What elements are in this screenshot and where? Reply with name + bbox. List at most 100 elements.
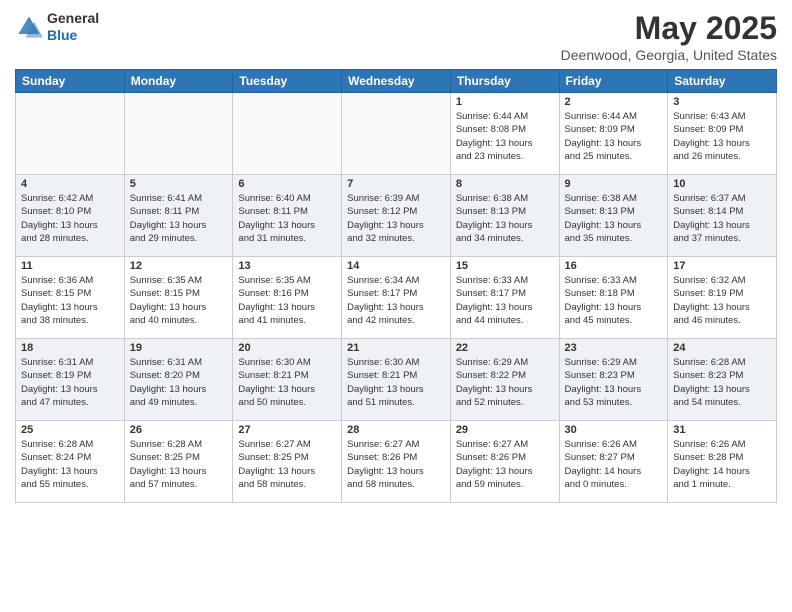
table-row: 9 Sunrise: 6:38 AM Sunset: 8:13 PM Daylig… <box>559 175 668 257</box>
calendar: Sunday Monday Tuesday Wednesday Thursday… <box>15 69 777 503</box>
day-info: Sunrise: 6:32 AM Sunset: 8:19 PM Dayligh… <box>673 274 771 327</box>
day-info: Sunrise: 6:28 AM Sunset: 8:23 PM Dayligh… <box>673 356 771 409</box>
day-info: Sunrise: 6:38 AM Sunset: 8:13 PM Dayligh… <box>456 192 554 245</box>
day-info: Sunrise: 6:33 AM Sunset: 8:17 PM Dayligh… <box>456 274 554 327</box>
day-info: Sunrise: 6:29 AM Sunset: 8:23 PM Dayligh… <box>565 356 663 409</box>
day-number: 19 <box>130 342 228 354</box>
day-number: 2 <box>565 96 663 108</box>
calendar-week-row: 11 Sunrise: 6:36 AM Sunset: 8:15 PM Dayli… <box>16 257 777 339</box>
table-row: 4 Sunrise: 6:42 AM Sunset: 8:10 PM Daylig… <box>16 175 125 257</box>
day-number: 12 <box>130 260 228 272</box>
table-row: 26 Sunrise: 6:28 AM Sunset: 8:25 PM Dayli… <box>124 421 233 503</box>
day-info: Sunrise: 6:44 AM Sunset: 8:08 PM Dayligh… <box>456 110 554 163</box>
col-thursday: Thursday <box>450 70 559 93</box>
table-row: 15Sunrise: 6:33 AM Sunset: 8:17 PM Dayli… <box>450 257 559 339</box>
day-number: 17 <box>673 260 771 272</box>
day-number: 6 <box>238 178 336 190</box>
day-number: 21 <box>347 342 445 354</box>
table-row: 31 Sunrise: 6:26 AM Sunset: 8:28 PM Dayli… <box>668 421 777 503</box>
day-info: Sunrise: 6:41 AM Sunset: 8:11 PM Dayligh… <box>130 192 228 245</box>
logo-blue-text: Blue <box>47 27 77 43</box>
day-info: Sunrise: 6:37 AM Sunset: 8:14 PM Dayligh… <box>673 192 771 245</box>
day-number: 22 <box>456 342 554 354</box>
day-number: 29 <box>456 424 554 436</box>
table-row: 13Sunrise: 6:35 AM Sunset: 8:16 PM Dayli… <box>233 257 342 339</box>
day-number: 11 <box>21 260 119 272</box>
day-number: 27 <box>238 424 336 436</box>
day-info: Sunrise: 6:30 AM Sunset: 8:21 PM Dayligh… <box>238 356 336 409</box>
day-info: Sunrise: 6:26 AM Sunset: 8:28 PM Dayligh… <box>673 438 771 491</box>
table-row: 23 Sunrise: 6:29 AM Sunset: 8:23 PM Dayli… <box>559 339 668 421</box>
table-row: 1 Sunrise: 6:44 AM Sunset: 8:08 PM Daylig… <box>450 93 559 175</box>
day-info: Sunrise: 6:42 AM Sunset: 8:10 PM Dayligh… <box>21 192 119 245</box>
day-info: Sunrise: 6:30 AM Sunset: 8:21 PM Dayligh… <box>347 356 445 409</box>
table-row <box>16 93 125 175</box>
col-friday: Friday <box>559 70 668 93</box>
logo-icon <box>15 13 43 41</box>
col-sunday: Sunday <box>16 70 125 93</box>
table-row: 29 Sunrise: 6:27 AM Sunset: 8:26 PM Dayli… <box>450 421 559 503</box>
calendar-week-row: 18 Sunrise: 6:31 AM Sunset: 8:19 PM Dayli… <box>16 339 777 421</box>
day-info: Sunrise: 6:27 AM Sunset: 8:26 PM Dayligh… <box>347 438 445 491</box>
day-number: 13 <box>238 260 336 272</box>
table-row <box>124 93 233 175</box>
table-row: 25Sunrise: 6:28 AM Sunset: 8:24 PM Dayli… <box>16 421 125 503</box>
logo-text: General Blue <box>47 10 99 44</box>
calendar-week-row: 1 Sunrise: 6:44 AM Sunset: 8:08 PM Daylig… <box>16 93 777 175</box>
day-number: 23 <box>565 342 663 354</box>
day-number: 4 <box>21 178 119 190</box>
table-row: 3 Sunrise: 6:43 AM Sunset: 8:09 PM Daylig… <box>668 93 777 175</box>
calendar-header-row: Sunday Monday Tuesday Wednesday Thursday… <box>16 70 777 93</box>
day-info: Sunrise: 6:29 AM Sunset: 8:22 PM Dayligh… <box>456 356 554 409</box>
day-number: 9 <box>565 178 663 190</box>
day-number: 24 <box>673 342 771 354</box>
day-number: 8 <box>456 178 554 190</box>
table-row: 19 Sunrise: 6:31 AM Sunset: 8:20 PM Dayli… <box>124 339 233 421</box>
day-number: 10 <box>673 178 771 190</box>
header: General Blue May 2025 Deenwood, Georgia,… <box>15 10 777 63</box>
table-row: 2 Sunrise: 6:44 AM Sunset: 8:09 PM Daylig… <box>559 93 668 175</box>
day-info: Sunrise: 6:38 AM Sunset: 8:13 PM Dayligh… <box>565 192 663 245</box>
col-wednesday: Wednesday <box>342 70 451 93</box>
table-row: 18 Sunrise: 6:31 AM Sunset: 8:19 PM Dayli… <box>16 339 125 421</box>
day-info: Sunrise: 6:44 AM Sunset: 8:09 PM Dayligh… <box>565 110 663 163</box>
title-block: May 2025 Deenwood, Georgia, United State… <box>561 10 777 63</box>
table-row: 20 Sunrise: 6:30 AM Sunset: 8:21 PM Dayli… <box>233 339 342 421</box>
day-info: Sunrise: 6:26 AM Sunset: 8:27 PM Dayligh… <box>565 438 663 491</box>
day-info: Sunrise: 6:43 AM Sunset: 8:09 PM Dayligh… <box>673 110 771 163</box>
day-info: Sunrise: 6:28 AM Sunset: 8:25 PM Dayligh… <box>130 438 228 491</box>
day-number: 16 <box>565 260 663 272</box>
table-row: 14 Sunrise: 6:34 AM Sunset: 8:17 PM Dayli… <box>342 257 451 339</box>
col-monday: Monday <box>124 70 233 93</box>
table-row: 30 Sunrise: 6:26 AM Sunset: 8:27 PM Dayli… <box>559 421 668 503</box>
location: Deenwood, Georgia, United States <box>561 47 777 63</box>
day-info: Sunrise: 6:31 AM Sunset: 8:20 PM Dayligh… <box>130 356 228 409</box>
day-number: 30 <box>565 424 663 436</box>
table-row: 12 Sunrise: 6:35 AM Sunset: 8:15 PM Dayli… <box>124 257 233 339</box>
table-row: 11 Sunrise: 6:36 AM Sunset: 8:15 PM Dayli… <box>16 257 125 339</box>
day-number: 14 <box>347 260 445 272</box>
day-number: 3 <box>673 96 771 108</box>
table-row <box>233 93 342 175</box>
day-info: Sunrise: 6:36 AM Sunset: 8:15 PM Dayligh… <box>21 274 119 327</box>
day-info: Sunrise: 6:28 AM Sunset: 8:24 PM Dayligh… <box>21 438 119 491</box>
day-number: 28 <box>347 424 445 436</box>
col-saturday: Saturday <box>668 70 777 93</box>
day-number: 18 <box>21 342 119 354</box>
day-number: 20 <box>238 342 336 354</box>
table-row: 24 Sunrise: 6:28 AM Sunset: 8:23 PM Dayli… <box>668 339 777 421</box>
day-number: 31 <box>673 424 771 436</box>
day-info: Sunrise: 6:27 AM Sunset: 8:26 PM Dayligh… <box>456 438 554 491</box>
day-info: Sunrise: 6:35 AM Sunset: 8:15 PM Dayligh… <box>130 274 228 327</box>
day-info: Sunrise: 6:34 AM Sunset: 8:17 PM Dayligh… <box>347 274 445 327</box>
day-number: 26 <box>130 424 228 436</box>
logo: General Blue <box>15 10 99 44</box>
table-row: 16Sunrise: 6:33 AM Sunset: 8:18 PM Dayli… <box>559 257 668 339</box>
table-row: 6Sunrise: 6:40 AM Sunset: 8:11 PM Daylig… <box>233 175 342 257</box>
table-row: 22 Sunrise: 6:29 AM Sunset: 8:22 PM Dayli… <box>450 339 559 421</box>
calendar-week-row: 25Sunrise: 6:28 AM Sunset: 8:24 PM Dayli… <box>16 421 777 503</box>
table-row: 27Sunrise: 6:27 AM Sunset: 8:25 PM Dayli… <box>233 421 342 503</box>
day-info: Sunrise: 6:31 AM Sunset: 8:19 PM Dayligh… <box>21 356 119 409</box>
day-number: 1 <box>456 96 554 108</box>
page: General Blue May 2025 Deenwood, Georgia,… <box>0 0 792 612</box>
